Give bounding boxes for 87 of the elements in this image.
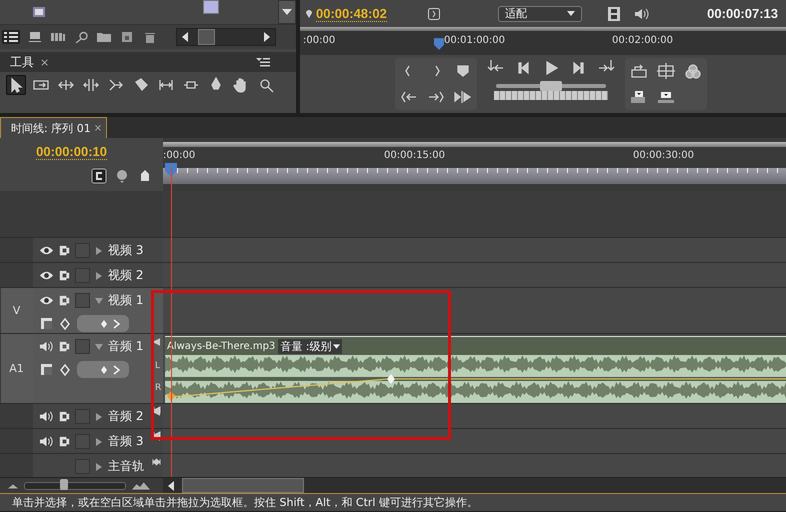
zoom-out-icon[interactable] (8, 482, 18, 488)
left-arrow-icon[interactable] (182, 32, 188, 42)
track-name: 音频 2 (108, 408, 144, 425)
ruler-label: 00:00:30:00 (633, 150, 694, 161)
panel-menu-icon[interactable] (256, 57, 270, 67)
storyboard-icon[interactable] (50, 31, 66, 43)
expand-triangle-icon[interactable] (95, 246, 103, 254)
pan-marker-icon (152, 458, 161, 466)
speaker-icon[interactable] (39, 434, 54, 449)
zoom-slider[interactable] (24, 482, 126, 490)
track-name: 视频 3 (108, 242, 144, 259)
track-name: 音频 1 (108, 338, 144, 355)
tools-panel-tab[interactable]: 工具 (0, 54, 38, 70)
source-patch[interactable]: A1 (0, 334, 32, 403)
effect-dropdown[interactable]: 音量 :级别 (278, 338, 342, 354)
ruler-label: :00:00 (303, 35, 336, 46)
scroll-down-button[interactable] (278, 0, 296, 24)
scrollbar-thumb[interactable] (198, 29, 215, 45)
caret-down-icon (333, 344, 340, 348)
icon-view-icon[interactable] (27, 31, 43, 43)
expand-triangle-icon[interactable] (95, 412, 103, 420)
ruler-label: 00:00:15:00 (384, 150, 446, 161)
list-view-icon[interactable] (2, 30, 20, 44)
disc-icon[interactable] (114, 168, 130, 184)
display-style-icon[interactable] (39, 362, 55, 378)
bracket-icon[interactable] (428, 8, 440, 20)
monitor-ruler[interactable]: :00:00 00:01:00:00 00:02:00:00 (300, 27, 786, 55)
zoom-dropdown[interactable]: 适配 (498, 6, 582, 22)
playhead-icon[interactable] (434, 38, 444, 50)
channel-label: L (155, 361, 162, 371)
keyframe-icon[interactable] (387, 374, 395, 384)
track-name: 主音轨 (108, 458, 144, 475)
color-swatch (203, 0, 219, 14)
pan-marker-icon (152, 338, 161, 346)
track-name: 音频 3 (108, 433, 144, 450)
timeline-tab[interactable]: 时间线: 序列 01 × (0, 117, 108, 138)
lock-toggle[interactable] (75, 339, 90, 354)
new-item-icon[interactable] (119, 31, 135, 43)
timeline-scrollbar[interactable] (163, 478, 786, 493)
sync-lock-icon[interactable] (57, 293, 72, 308)
expand-triangle-icon[interactable] (95, 438, 103, 446)
folder-icon[interactable] (96, 31, 112, 43)
expand-triangle-icon[interactable] (95, 462, 103, 470)
speaker-icon[interactable] (39, 339, 54, 354)
film-icon[interactable] (608, 6, 620, 20)
left-arrow-icon[interactable] (168, 480, 174, 490)
zoom-slider-thumb[interactable] (60, 478, 68, 490)
lock-toggle[interactable] (75, 293, 90, 308)
expand-triangle-icon[interactable] (95, 296, 103, 304)
sync-lock-icon[interactable] (57, 339, 72, 354)
zoom-in-icon[interactable] (132, 482, 150, 490)
track-name: 视频 2 (108, 267, 144, 284)
current-timecode[interactable]: 00:00:48:02 (316, 6, 387, 22)
source-patch[interactable]: V (0, 288, 32, 333)
sync-lock-icon[interactable] (57, 409, 72, 424)
caret-down-icon (566, 11, 575, 16)
timeline-ruler[interactable]: :00:00 00:00:15:00 00:00:30:00 (163, 138, 786, 191)
ruler-label: 00:01:00:00 (444, 35, 506, 46)
channel-label: R (155, 383, 162, 393)
right-arrow-icon[interactable] (264, 32, 270, 42)
pan-marker-icon (153, 431, 161, 439)
project-item-icon (33, 7, 45, 17)
expand-triangle-icon[interactable] (95, 272, 103, 280)
duration-timecode: 00:00:07:13 (707, 6, 778, 21)
keyframe-navigator[interactable] (77, 361, 129, 378)
sync-lock-icon[interactable] (57, 243, 72, 258)
expand-triangle-icon[interactable] (95, 342, 103, 350)
speaker-icon[interactable] (634, 8, 650, 20)
caret-down-icon (282, 9, 292, 15)
keyframe-navigator[interactable] (77, 315, 129, 332)
scrollbar-thumb[interactable] (182, 478, 304, 493)
sync-lock-icon[interactable] (57, 268, 72, 283)
snap-icon[interactable] (91, 168, 107, 184)
horizontal-scrollbar[interactable] (176, 28, 276, 46)
ruler-label: 00:02:00:00 (612, 35, 674, 46)
sync-lock-icon[interactable] (57, 434, 72, 449)
ruler-label: :00:00 (163, 150, 196, 161)
shuttle-slider[interactable] (496, 84, 606, 88)
status-bar: 单击并选择，或在空白区域单击并拖拉为选取框。按住 Shift，Alt，和 Ctrl 键可进行其它操作。 (0, 493, 786, 511)
speaker-icon[interactable] (39, 409, 54, 424)
track-name: 视频 1 (108, 292, 144, 309)
trash-icon[interactable] (142, 31, 158, 43)
close-button[interactable]: × (38, 56, 52, 68)
search-icon[interactable] (73, 31, 89, 43)
safe-margins-icon[interactable] (656, 61, 676, 81)
display-style-icon[interactable] (39, 316, 55, 332)
timeline-timecode[interactable]: 00:00:00:10 (36, 144, 107, 160)
